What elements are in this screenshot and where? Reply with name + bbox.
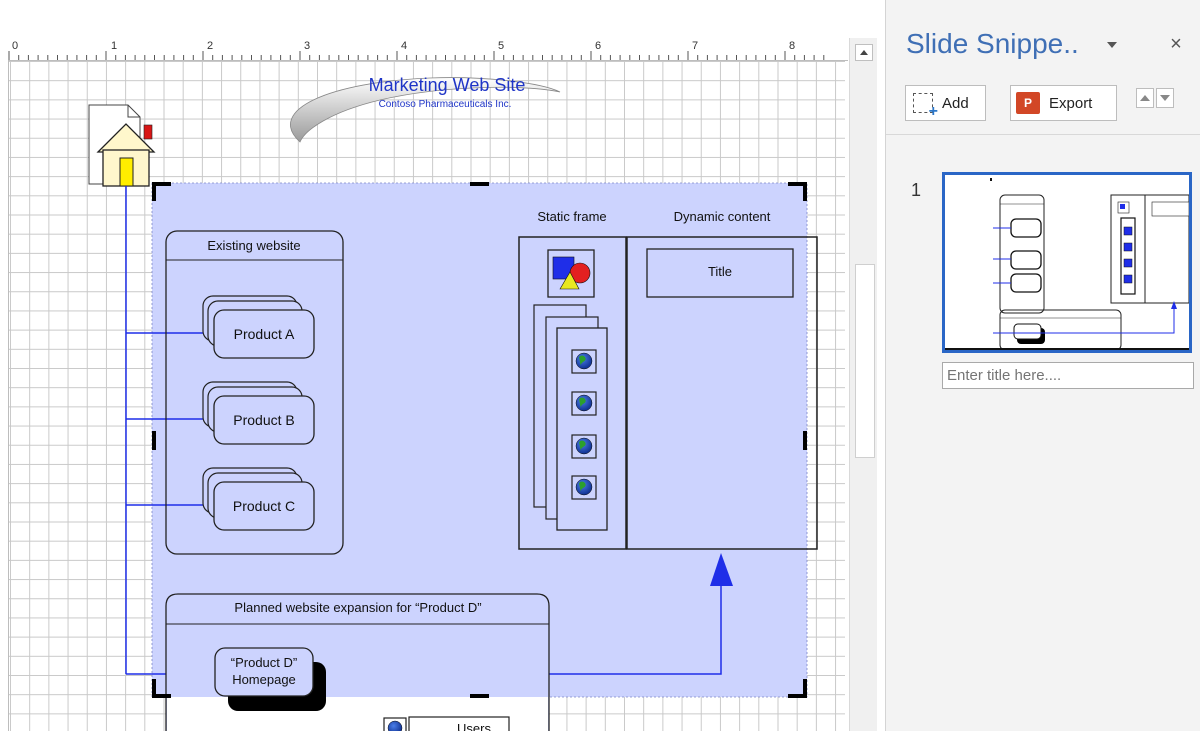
static-frame-label: Static frame: [537, 209, 606, 224]
powerpoint-icon: P: [1016, 92, 1040, 114]
drawing-canvas-area: 0 1 2 3 4 5 6 7 8 Marketing Web Site Con…: [0, 0, 886, 731]
close-icon[interactable]: ×: [1166, 34, 1186, 54]
users-label: Users: [457, 721, 491, 731]
arrow-down-icon[interactable]: [1156, 88, 1174, 108]
arrow-up-icon[interactable]: [1136, 88, 1154, 108]
snippet-thumbnail-preview: [945, 175, 1189, 350]
site-header-logo[interactable]: Marketing Web Site Contoso Pharmaceutica…: [290, 75, 561, 143]
panel-divider: [886, 134, 1200, 135]
title-box-label: Title: [708, 264, 732, 279]
header-subtitle: Contoso Pharmaceuticals Inc.: [379, 99, 512, 110]
vertical-scrollbar[interactable]: [849, 38, 877, 731]
product-label: Product B: [233, 412, 294, 428]
add-snippet-button[interactable]: Add: [905, 85, 986, 121]
product-label: Product A: [234, 326, 295, 342]
globe-icon: [383, 717, 407, 731]
export-button-label: Export: [1049, 94, 1093, 112]
snippet-title-input[interactable]: [942, 362, 1194, 389]
dynamic-content-label: Dynamic content: [674, 209, 771, 224]
add-icon: [913, 93, 938, 121]
globe-icon: [571, 434, 597, 459]
existing-website-label: Existing website: [207, 238, 300, 253]
add-button-label: Add: [942, 94, 969, 112]
product-label: Product C: [233, 498, 295, 514]
scroll-up-button[interactable]: [855, 44, 873, 61]
panel-dropdown-icon[interactable]: [1105, 38, 1119, 52]
planned-expansion-label: Planned website expansion for “Product D…: [234, 600, 481, 615]
header-title: Marketing Web Site: [369, 75, 526, 95]
product-b-shape[interactable]: Product B: [202, 381, 315, 445]
slide-snippets-panel: Slide Snippe.. × Add P Export 1: [886, 0, 1200, 731]
globe-icon: [571, 349, 597, 374]
export-button[interactable]: P Export: [1010, 85, 1117, 121]
product-d-homepage-shape[interactable]: “Product D” Homepage: [214, 647, 326, 711]
homepage-label-line2: Homepage: [232, 672, 296, 687]
snippet-number: 1: [911, 180, 922, 200]
home-page-icon[interactable]: [88, 104, 156, 187]
product-c-shape[interactable]: Product C: [202, 467, 315, 531]
scroll-thumb[interactable]: [855, 264, 875, 458]
diagram: Marketing Web Site Contoso Pharmaceutica…: [88, 75, 818, 731]
users-shape[interactable]: Users: [383, 716, 510, 731]
homepage-label-line1: “Product D”: [231, 655, 297, 670]
product-a-shape[interactable]: Product A: [202, 295, 315, 359]
snippet-thumbnail[interactable]: [942, 172, 1192, 353]
globe-icon: [571, 475, 597, 500]
globe-icon: [571, 391, 597, 416]
panel-title: Slide Snippe..: [906, 28, 1079, 59]
